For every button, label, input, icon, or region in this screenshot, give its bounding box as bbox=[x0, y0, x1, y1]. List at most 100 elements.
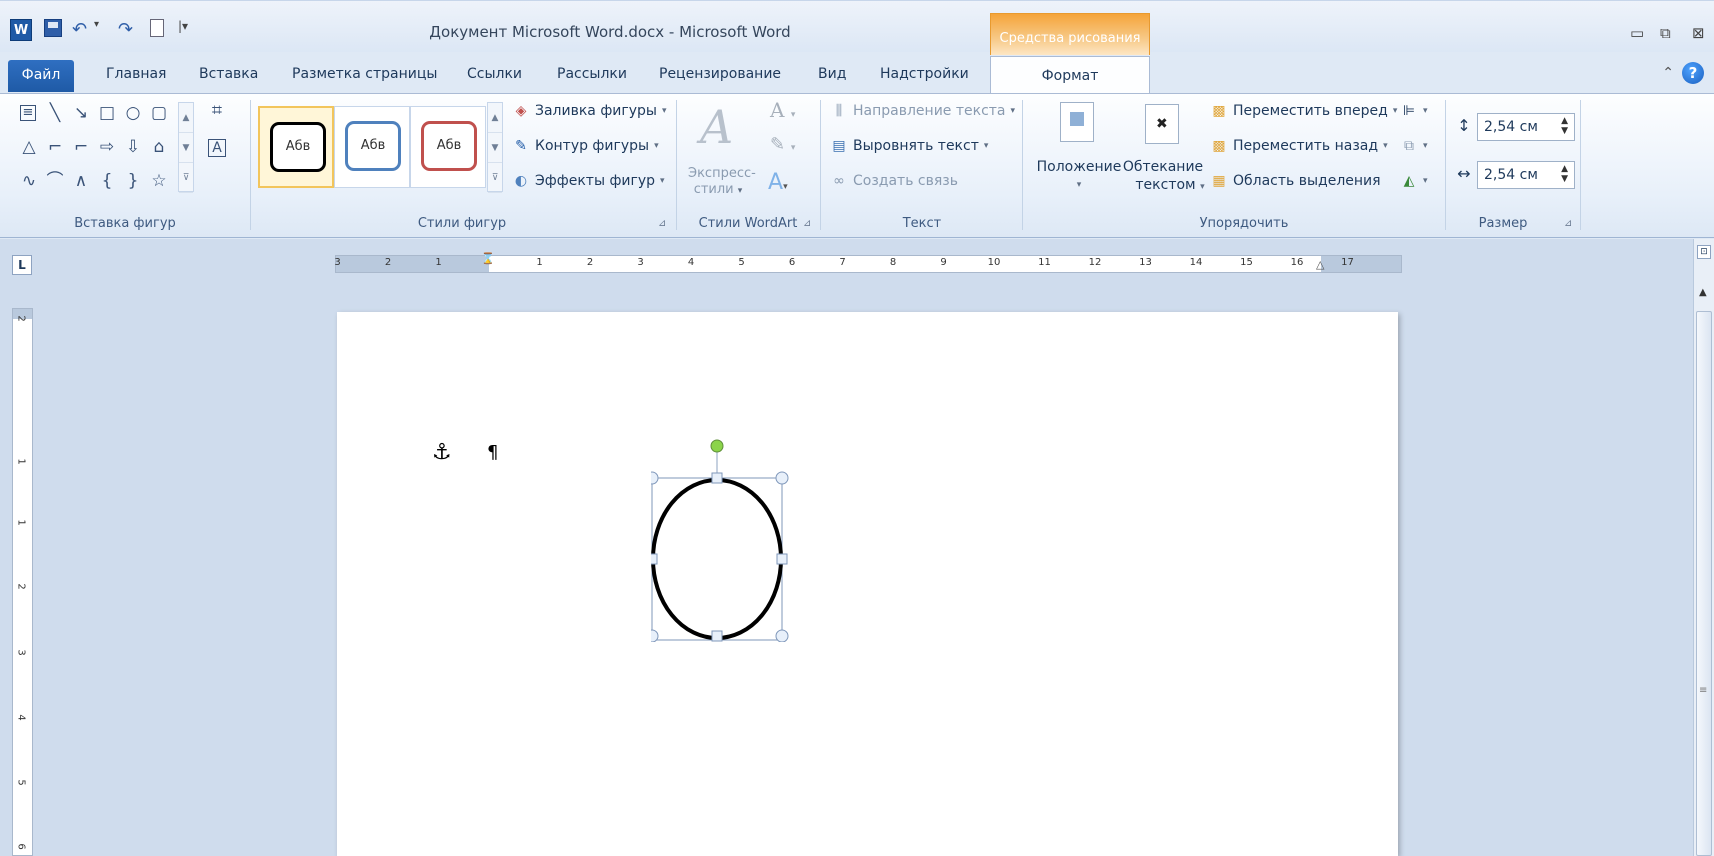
freeform-shape-icon[interactable]: ∿ bbox=[18, 170, 40, 192]
close-icon[interactable]: ⊠ bbox=[1692, 24, 1705, 42]
dropdown-arrow-icon: ▾ bbox=[662, 106, 667, 116]
text-effects-icon[interactable]: A▾ bbox=[768, 170, 788, 195]
elbow-arrow-shape-icon[interactable]: ⌐ bbox=[70, 136, 92, 158]
restore-icon[interactable]: ⧉ bbox=[1660, 24, 1671, 42]
rotate-icon: ◭ bbox=[1403, 173, 1415, 189]
triangle-shape-icon[interactable]: △ bbox=[18, 136, 40, 158]
tab-home[interactable]: Главная bbox=[106, 66, 166, 82]
position-icon[interactable] bbox=[1060, 102, 1094, 142]
vertical-ruler[interactable]: 2 1 1 2 3 4 5 6 bbox=[12, 308, 33, 856]
arrow-line-shape-icon[interactable]: ↘ bbox=[70, 102, 92, 124]
minimize-ribbon-icon[interactable]: ⌃ bbox=[1662, 65, 1674, 81]
group-objects-button[interactable]: ⧉ ▾ bbox=[1400, 137, 1428, 155]
shape-style-gallery-scroll[interactable]: ▲ ▼ ⊽ bbox=[487, 102, 503, 193]
shape-height-field[interactable]: 2,54 см ▲ ▼ bbox=[1477, 113, 1575, 141]
dialog-launcher-icon[interactable]: ⊿ bbox=[658, 218, 666, 229]
align-text-button[interactable]: ▤ Выровнять текст ▾ bbox=[830, 137, 988, 155]
dropdown-arrow-icon: ▾ bbox=[1423, 141, 1428, 151]
selected-oval-shape[interactable] bbox=[651, 432, 801, 642]
ruler-number: 16 bbox=[1290, 257, 1304, 268]
tab-insert[interactable]: Вставка bbox=[199, 66, 258, 82]
send-backward-icon: ▩ bbox=[1212, 138, 1226, 154]
shape-style-preset-2[interactable]: Абв bbox=[334, 106, 410, 188]
group-objects-icon: ⧉ bbox=[1404, 138, 1414, 154]
wordart-express-icon[interactable]: A bbox=[700, 100, 733, 154]
first-line-indent-icon[interactable]: ⌛ bbox=[481, 252, 495, 265]
dropdown-arrow-icon: ▾ bbox=[1200, 182, 1205, 192]
express-styles-button[interactable]: Экспресс- стили ▾ bbox=[688, 166, 756, 199]
group-separator bbox=[250, 100, 251, 230]
down-arrow-shape-icon[interactable]: ⇩ bbox=[122, 136, 144, 158]
bring-forward-button[interactable]: ▩ Переместить вперед ▾ bbox=[1210, 102, 1397, 120]
create-link-button[interactable]: ∞ Создать связь bbox=[830, 172, 958, 190]
tab-format[interactable]: Формат bbox=[990, 56, 1150, 94]
position-button[interactable]: Положение ▾ bbox=[1032, 158, 1126, 194]
right-arrow-shape-icon[interactable]: ⇨ bbox=[96, 136, 118, 158]
shape-height-icon: ↕ bbox=[1457, 115, 1471, 135]
express-styles-line2: стили bbox=[693, 182, 734, 197]
ruler-number: 12 bbox=[1088, 257, 1102, 268]
pencil-icon: ✎ bbox=[515, 138, 527, 154]
right-indent-icon[interactable]: △ bbox=[1316, 258, 1324, 271]
group-separator bbox=[676, 100, 677, 230]
shape-fill-button[interactable]: ◈ Заливка фигуры ▾ bbox=[512, 102, 667, 120]
wrap-text-icon[interactable]: ✖ bbox=[1145, 104, 1179, 144]
scroll-thumb[interactable]: ≡ bbox=[1696, 311, 1712, 856]
spinner-arrows-icon[interactable]: ▲ ▼ bbox=[1561, 116, 1568, 136]
tab-references[interactable]: Ссылки bbox=[467, 66, 522, 82]
right-brace-shape-icon[interactable]: } bbox=[122, 170, 144, 192]
edit-shape-icon[interactable]: ⌗ bbox=[206, 100, 228, 122]
tab-page-layout[interactable]: Разметка страницы bbox=[292, 66, 437, 82]
wrap-text-line2: текстом bbox=[1135, 177, 1196, 193]
flowchart-shape-icon[interactable]: ⌂ bbox=[148, 136, 170, 158]
shape-effects-button[interactable]: ◐ Эффекты фигур ▾ bbox=[512, 172, 665, 190]
ruler-number: 8 bbox=[889, 257, 897, 268]
vertical-scrollbar[interactable]: ⊡ ▲ ≡ bbox=[1693, 239, 1714, 856]
scroll-up-icon[interactable]: ▲ bbox=[1699, 287, 1707, 298]
star-shape-icon[interactable]: ☆ bbox=[148, 170, 170, 192]
dropdown-arrow-icon: ▾ bbox=[1392, 106, 1398, 116]
text-fill-icon[interactable]: A ▾ bbox=[770, 98, 795, 122]
shape-style-preset-3[interactable]: Абв bbox=[410, 106, 486, 188]
elbow-connector-shape-icon[interactable]: ⌐ bbox=[44, 136, 66, 158]
minimize-icon[interactable]: ▭ bbox=[1630, 24, 1644, 42]
curve-shape-icon[interactable]: ∧ bbox=[70, 170, 92, 192]
draw-textbox-icon[interactable]: A bbox=[208, 139, 226, 157]
horizontal-ruler[interactable]: 3 2 1 1 2 3 4 5 6 7 8 9 10 11 12 13 14 15 16 17 ⌛ △ bbox=[334, 252, 1402, 273]
tab-review[interactable]: Рецензирование bbox=[659, 66, 781, 82]
left-brace-shape-icon[interactable]: { bbox=[96, 170, 118, 192]
document-page[interactable]: ⚓ ¶ bbox=[337, 312, 1398, 856]
ruler-number: 4 bbox=[687, 257, 695, 268]
wrap-text-button[interactable]: Обтекание текстом ▾ bbox=[1120, 158, 1206, 196]
tab-selector[interactable]: L bbox=[12, 255, 32, 275]
help-icon[interactable]: ? bbox=[1682, 62, 1704, 84]
text-direction-button[interactable]: ⫼ Направление текста ▾ bbox=[830, 102, 1015, 120]
shape-style-preset-1[interactable]: Абв bbox=[258, 106, 334, 188]
spinner-arrows-icon[interactable]: ▲ ▼ bbox=[1561, 164, 1568, 184]
help-area: ⌃ ? bbox=[1662, 62, 1704, 84]
oval-shape-icon[interactable]: ○ bbox=[122, 102, 144, 124]
shape-gallery-scroll[interactable]: ▲ ▼ ⊽ bbox=[178, 102, 194, 193]
arc-shape-icon[interactable]: ⌒ bbox=[44, 170, 66, 192]
textbox-shape-icon[interactable]: ≡ bbox=[20, 105, 36, 121]
rectangle-shape-icon[interactable]: □ bbox=[96, 102, 118, 124]
tab-view[interactable]: Вид bbox=[818, 66, 846, 82]
dropdown-arrow-icon: ▾ bbox=[1423, 176, 1428, 186]
rounded-rectangle-shape-icon[interactable]: ▢ bbox=[148, 102, 170, 124]
send-backward-button[interactable]: ▩ Переместить назад ▾ bbox=[1210, 137, 1387, 155]
tab-addins[interactable]: Надстройки bbox=[880, 66, 969, 82]
shape-width-field[interactable]: 2,54 см ▲ ▼ bbox=[1477, 161, 1575, 189]
group-separator bbox=[820, 100, 821, 230]
align-icon: ⊫ bbox=[1402, 103, 1416, 119]
align-button[interactable]: ⊫ ▾ bbox=[1400, 102, 1428, 120]
ruler-toggle-icon[interactable]: ⊡ bbox=[1697, 245, 1711, 259]
tab-mailings[interactable]: Рассылки bbox=[557, 66, 627, 82]
line-shape-icon[interactable]: ╲ bbox=[44, 102, 66, 124]
dialog-launcher-icon[interactable]: ⊿ bbox=[1564, 218, 1572, 229]
resize-handle-bottom-right bbox=[775, 629, 789, 642]
selection-pane-button[interactable]: ▦ Область выделения bbox=[1210, 172, 1380, 190]
shape-outline-button[interactable]: ✎ Контур фигуры ▾ bbox=[512, 137, 659, 155]
text-outline-icon[interactable]: ✎ ▾ bbox=[770, 134, 795, 155]
rotate-button[interactable]: ◭ ▾ bbox=[1400, 172, 1428, 190]
dialog-launcher-icon[interactable]: ⊿ bbox=[803, 218, 811, 229]
